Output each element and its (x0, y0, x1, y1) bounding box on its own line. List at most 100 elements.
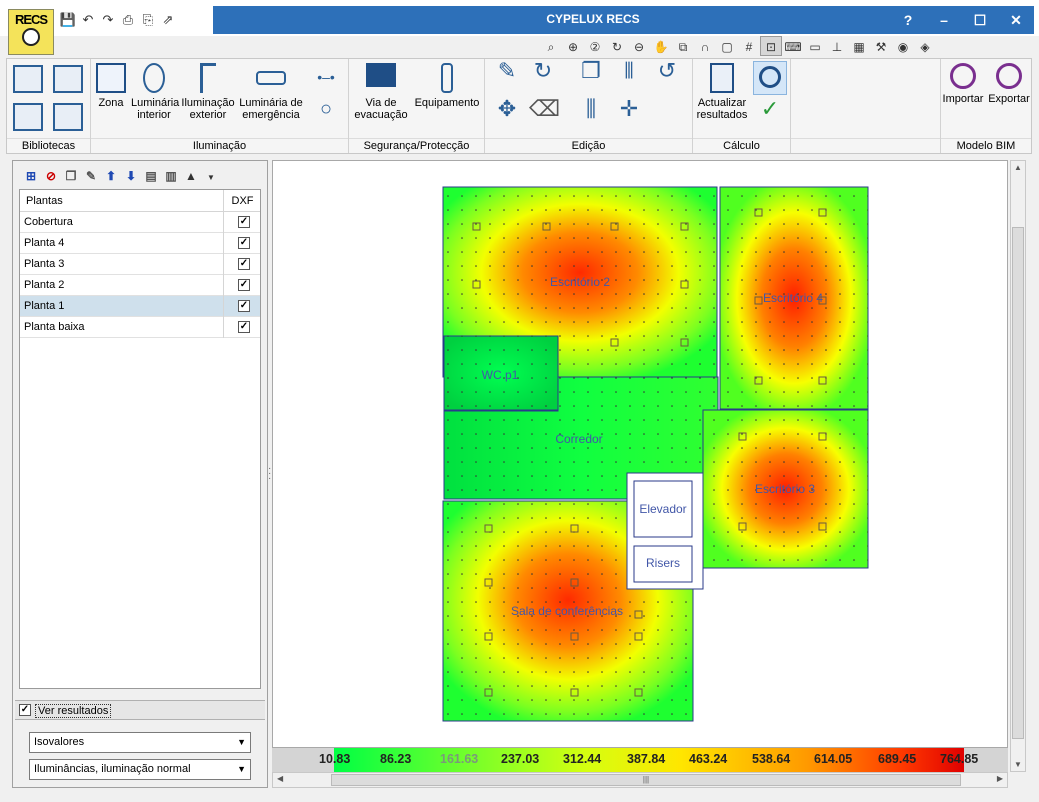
mirror-icon[interactable]: ⫴ (615, 60, 643, 82)
maximize-button[interactable]: ☐ (962, 6, 998, 34)
title-bar: 💾 ↶ ↷ ⎙ ⎘ ⇗ CYPELUX RECS ? – ☐ ✕ (0, 0, 1039, 36)
library-luminaire-icon[interactable] (13, 103, 43, 131)
luminaria-emergencia-button[interactable]: Luminária de emergência (239, 63, 303, 121)
importar-button[interactable]: Importar (941, 63, 985, 105)
table-row[interactable]: Planta 2 ✓ (20, 275, 260, 296)
align-icon[interactable]: ⫼ (577, 98, 605, 120)
edit-pencil-icon[interactable]: ✎ (493, 60, 521, 82)
delete-plant-icon[interactable]: ⊘ (41, 167, 61, 185)
exportar-button[interactable]: Exportar (987, 63, 1031, 105)
globe-icon[interactable]: ◉ (892, 37, 914, 57)
print-icon[interactable]: ⎙ (118, 11, 138, 29)
redo-icon[interactable]: ↷ (98, 11, 118, 29)
room-elevador[interactable]: Elevador Risers (626, 472, 704, 590)
vertical-scroll-thumb[interactable] (1012, 227, 1024, 739)
undo-icon[interactable]: ↶ (78, 11, 98, 29)
ver-resultados-label[interactable]: Ver resultados (35, 704, 112, 718)
dxf-manage-icon[interactable]: ▥ (161, 167, 181, 185)
result-magnitude-select[interactable]: Iluminâncias, iluminação normal ▼ (29, 759, 251, 780)
room-escritorio-4[interactable]: Escritório 4 (719, 186, 869, 410)
evacuation-arrow-icon (366, 63, 396, 87)
room-label: Elevador (639, 502, 686, 516)
object-snap-icon[interactable]: ▢ (716, 37, 738, 57)
actualizar-resultados-button[interactable]: Actualizar resultados (695, 63, 749, 121)
circle-tool-icon[interactable]: ○ (311, 99, 341, 119)
room-wc-p1[interactable]: WC p1 (443, 335, 559, 411)
more-icon[interactable]: ▼ (201, 169, 221, 187)
dxf-import-icon[interactable]: ▤ (141, 167, 161, 185)
copy-icon[interactable]: ❐ (577, 60, 605, 82)
move-up-icon[interactable]: ⬆ (101, 167, 121, 185)
keyboard-icon[interactable]: ⌨ (782, 37, 804, 57)
horizontal-scroll-thumb[interactable]: ||| (331, 774, 961, 786)
zoom-x2-icon[interactable]: ② (584, 37, 606, 57)
zoom-results-button[interactable] (753, 61, 787, 95)
help-button[interactable]: ? (890, 6, 926, 34)
print-preview-icon[interactable]: ⎘ (138, 11, 158, 29)
library-plan-icon[interactable] (13, 65, 43, 93)
app-menu-button[interactable]: RECS (8, 9, 54, 55)
rotate-point-icon[interactable]: ↻ (529, 60, 557, 82)
fit-view-icon[interactable]: ⧉ (672, 37, 694, 57)
dxf-checkbox[interactable]: ✓ (238, 321, 250, 333)
result-type-select[interactable]: Isovalores ▼ (29, 732, 251, 753)
room-escritorio-3[interactable]: Escritório 3 (702, 409, 869, 569)
export-icon[interactable]: ⇗ (158, 11, 178, 29)
close-button[interactable]: ✕ (998, 6, 1034, 34)
eraser-icon[interactable]: ⌫ (529, 98, 560, 120)
ver-resultados-checkbox[interactable]: ✓ (19, 704, 31, 716)
via-evacuacao-button[interactable]: Via de evacuação (351, 63, 411, 121)
regenerate-icon[interactable]: ↻ (606, 37, 628, 57)
table-row-selected[interactable]: Planta 1 ✓ (20, 296, 260, 317)
edit-plant-icon[interactable]: ✎ (81, 167, 101, 185)
iluminacao-exterior-button[interactable]: Iluminação exterior (181, 63, 235, 121)
check-errors-icon[interactable]: ✓ (753, 98, 787, 120)
zoom-window-icon[interactable]: ⌕ (540, 37, 562, 57)
table-row[interactable]: Cobertura ✓ (20, 212, 260, 233)
table-row[interactable]: Planta baixa ✓ (20, 317, 260, 338)
grid-icon[interactable]: # (738, 37, 760, 57)
dxf-checkbox[interactable]: ✓ (238, 279, 250, 291)
dxf-checkbox[interactable]: ✓ (238, 300, 250, 312)
pan-icon[interactable]: ✋ (650, 37, 672, 57)
scroll-up-icon[interactable]: ▲ (181, 167, 201, 185)
move-icon[interactable]: ✥ (493, 98, 521, 120)
layers-icon[interactable]: ▦ (848, 37, 870, 57)
minimize-button[interactable]: – (926, 6, 962, 34)
vertical-scrollbar[interactable]: ▲ ▼ (1010, 160, 1026, 772)
rotate-icon[interactable]: ↺ (653, 60, 681, 82)
dxf-cell: ✓ (223, 275, 261, 296)
table-row[interactable]: Planta 4 ✓ (20, 233, 260, 254)
zoom-out-icon[interactable]: ⊖ (628, 37, 650, 57)
dxf-checkbox[interactable]: ✓ (238, 216, 250, 228)
bim-link-icon[interactable]: ◈ (914, 37, 936, 57)
scroll-left-arrow-icon[interactable]: ◀ (277, 774, 283, 783)
luminaria-interior-button[interactable]: Luminária interior (131, 63, 179, 121)
scroll-up-arrow-icon[interactable]: ▲ (1012, 163, 1024, 172)
isovalue-legend: 10.83 86.23 161.63 237.03 312.44 387.84 … (272, 748, 1008, 772)
horizontal-scrollbar[interactable]: ◀ ||| ▶ (272, 772, 1008, 788)
floor-plan-svg[interactable]: Escritório 2 Escritório 4 WC p1 Corredor… (273, 161, 1008, 748)
zoom-all-icon[interactable]: ⊕ (562, 37, 584, 57)
snap-point-icon[interactable]: ⊡ (760, 36, 782, 56)
displace-icon[interactable]: ✛ (615, 98, 643, 120)
drawing-canvas[interactable]: Escritório 2 Escritório 4 WC p1 Corredor… (272, 160, 1008, 748)
save-icon[interactable]: 💾 (58, 11, 78, 29)
scroll-down-arrow-icon[interactable]: ▼ (1012, 760, 1024, 769)
dxf-checkbox[interactable]: ✓ (238, 258, 250, 270)
tools-icon[interactable]: ⚒ (870, 37, 892, 57)
library-emergency-icon[interactable] (53, 103, 83, 131)
add-plant-icon[interactable]: ⊞ (21, 167, 41, 185)
line-tool-icon[interactable]: •–• (311, 70, 341, 84)
table-row[interactable]: Planta 3 ✓ (20, 254, 260, 275)
zona-button[interactable]: Zona (93, 63, 129, 109)
ortho-icon[interactable]: ⊥ (826, 37, 848, 57)
coords-icon[interactable]: ▭ (804, 37, 826, 57)
library-exterior-icon[interactable] (53, 65, 83, 93)
magnet-icon[interactable]: ∩ (694, 37, 716, 57)
dxf-checkbox[interactable]: ✓ (238, 237, 250, 249)
move-down-icon[interactable]: ⬇ (121, 167, 141, 185)
equipamento-button[interactable]: Equipamento (413, 63, 481, 109)
scroll-right-arrow-icon[interactable]: ▶ (997, 774, 1003, 783)
copy-plant-icon[interactable]: ❐ (61, 167, 81, 185)
